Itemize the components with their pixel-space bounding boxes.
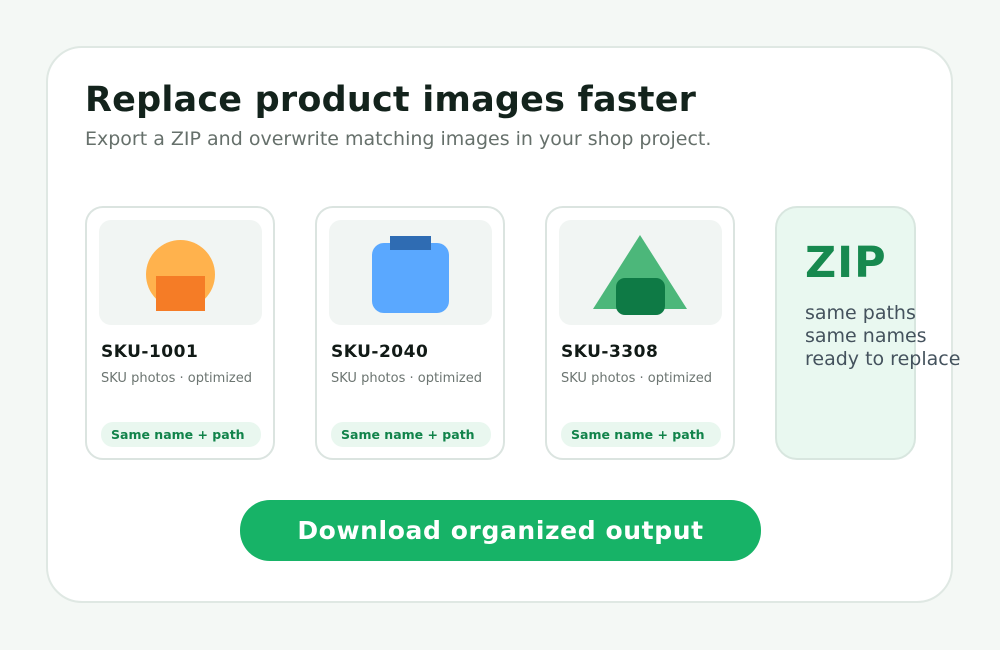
blue-jar-icon (329, 220, 492, 325)
status-badge: Same name + path (331, 422, 491, 447)
sku-description: SKU photos · optimized (101, 371, 253, 386)
product-card-sku-1001: SKU-1001 SKU photos · optimized Same nam… (85, 206, 275, 460)
product-card-sku-3308: SKU-3308 SKU photos · optimized Same nam… (545, 206, 735, 460)
orange-circle-square-icon (99, 220, 262, 325)
sku-description: SKU photos · optimized (561, 371, 713, 386)
sku-label: SKU-2040 (331, 342, 429, 362)
sku-description: SKU photos · optimized (331, 371, 483, 386)
product-thumbnail (99, 220, 262, 325)
status-badge: Same name + path (561, 422, 721, 447)
download-button[interactable]: Download organized output (240, 500, 761, 561)
sku-label: SKU-3308 (561, 342, 659, 362)
product-thumbnail (329, 220, 492, 325)
page-title: Replace product images faster (85, 80, 697, 120)
zip-feature-item: ready to replace (805, 348, 961, 370)
zip-feature-item: same paths (805, 302, 916, 324)
zip-feature-list: same paths same names ready to replace (805, 302, 960, 371)
zip-feature-item: same names (805, 325, 927, 347)
status-badge: Same name + path (101, 422, 261, 447)
page-subtitle: Export a ZIP and overwrite matching imag… (85, 128, 712, 150)
product-thumbnail (559, 220, 722, 325)
sku-label: SKU-1001 (101, 342, 199, 362)
green-triangle-icon (593, 235, 687, 315)
zip-title: ZIP (805, 238, 887, 288)
product-card-sku-2040: SKU-2040 SKU photos · optimized Same nam… (315, 206, 505, 460)
